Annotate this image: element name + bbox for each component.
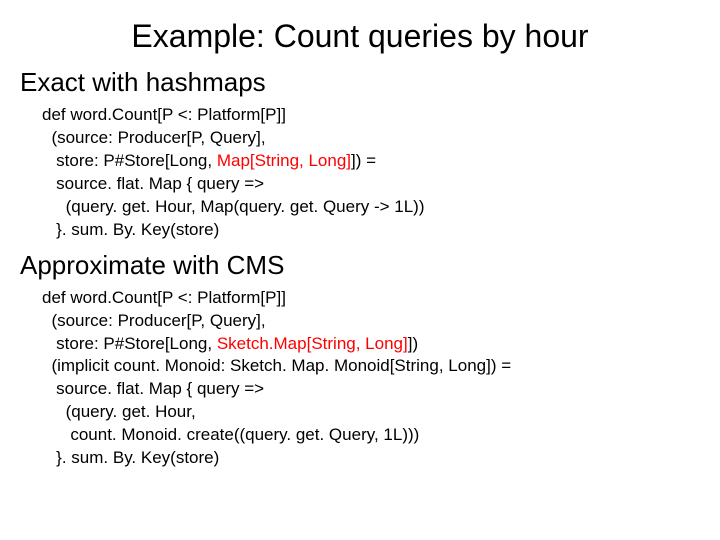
section-heading-approx: Approximate with CMS	[20, 250, 700, 281]
slide-title: Example: Count queries by hour	[20, 18, 700, 55]
code-line: store: P#Store[Long,	[42, 151, 217, 170]
code-line: (source: Producer[P, Query],	[42, 128, 266, 147]
code-highlight: Map[String, Long]	[217, 151, 351, 170]
section-heading-exact: Exact with hashmaps	[20, 67, 700, 98]
code-line: source. flat. Map { query =>	[42, 379, 264, 398]
code-line: store: P#Store[Long,	[42, 334, 217, 353]
code-line: }. sum. By. Key(store)	[42, 448, 219, 467]
code-line: ]) =	[351, 151, 376, 170]
code-line: ])	[408, 334, 418, 353]
code-line: (source: Producer[P, Query],	[42, 311, 266, 330]
code-highlight: Sketch.Map[String, Long]	[217, 334, 408, 353]
code-block-exact: def word.Count[P <: Platform[P]] (source…	[42, 104, 700, 242]
code-line: source. flat. Map { query =>	[42, 174, 264, 193]
code-line: def word.Count[P <: Platform[P]]	[42, 288, 286, 307]
code-line: def word.Count[P <: Platform[P]]	[42, 105, 286, 124]
code-line: (implicit count. Monoid: Sketch. Map. Mo…	[42, 356, 511, 375]
code-block-approx: def word.Count[P <: Platform[P]] (source…	[42, 287, 700, 471]
slide: Example: Count queries by hour Exact wit…	[0, 0, 720, 540]
code-line: }. sum. By. Key(store)	[42, 220, 219, 239]
code-line: (query. get. Hour, Map(query. get. Query…	[42, 197, 425, 216]
code-line: count. Monoid. create((query. get. Query…	[42, 425, 419, 444]
code-line: (query. get. Hour,	[42, 402, 196, 421]
